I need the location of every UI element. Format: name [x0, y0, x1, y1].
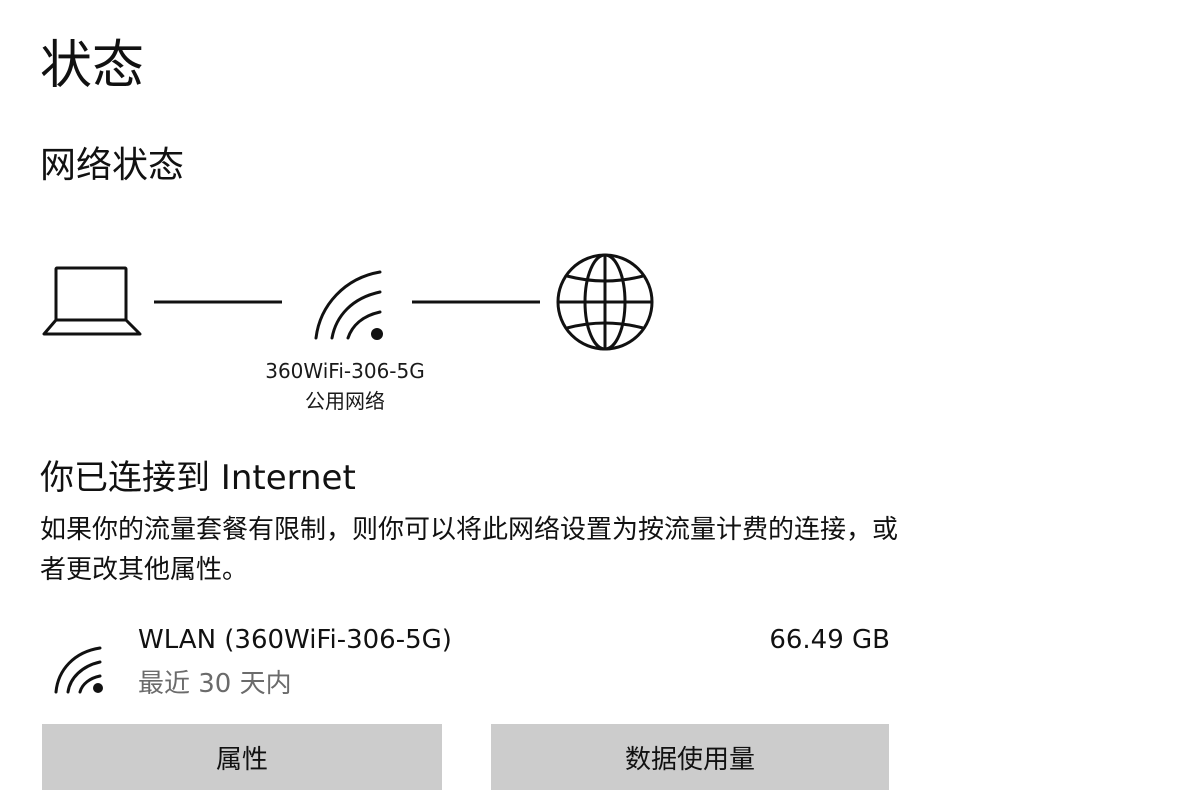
network-name: 360WiFi-306-5G	[265, 359, 425, 383]
wifi-signal-icon	[54, 646, 103, 694]
globe-icon	[556, 253, 654, 351]
network-caption: 360WiFi-306-5G 公用网络	[230, 356, 460, 416]
network-type: 公用网络	[305, 389, 385, 413]
connection-description: 如果你的流量套餐有限制，则你可以将此网络设置为按流量计费的连接，或者更改其他属性…	[40, 515, 899, 585]
laptop-icon	[42, 266, 142, 336]
connection-status-title: 你已连接到 Internet	[40, 458, 356, 498]
adapter-name: WLAN (360WiFi-306-5G)	[138, 625, 452, 655]
data-usage-button[interactable]: 数据使用量	[491, 724, 889, 790]
network-status-heading: 网络状态	[40, 145, 185, 186]
network-diagram-graphic	[42, 253, 654, 351]
network-diagram	[40, 250, 680, 360]
usage-amount: 66.49 GB	[769, 625, 890, 655]
wifi-signal-icon	[314, 270, 383, 340]
page-title: 状态	[40, 36, 145, 96]
properties-button[interactable]: 属性	[42, 724, 442, 790]
data-usage-row: WLAN (360WiFi-306-5G) 最近 30 天内 66.49 GB	[40, 618, 890, 708]
usage-period: 最近 30 天内	[138, 669, 292, 699]
